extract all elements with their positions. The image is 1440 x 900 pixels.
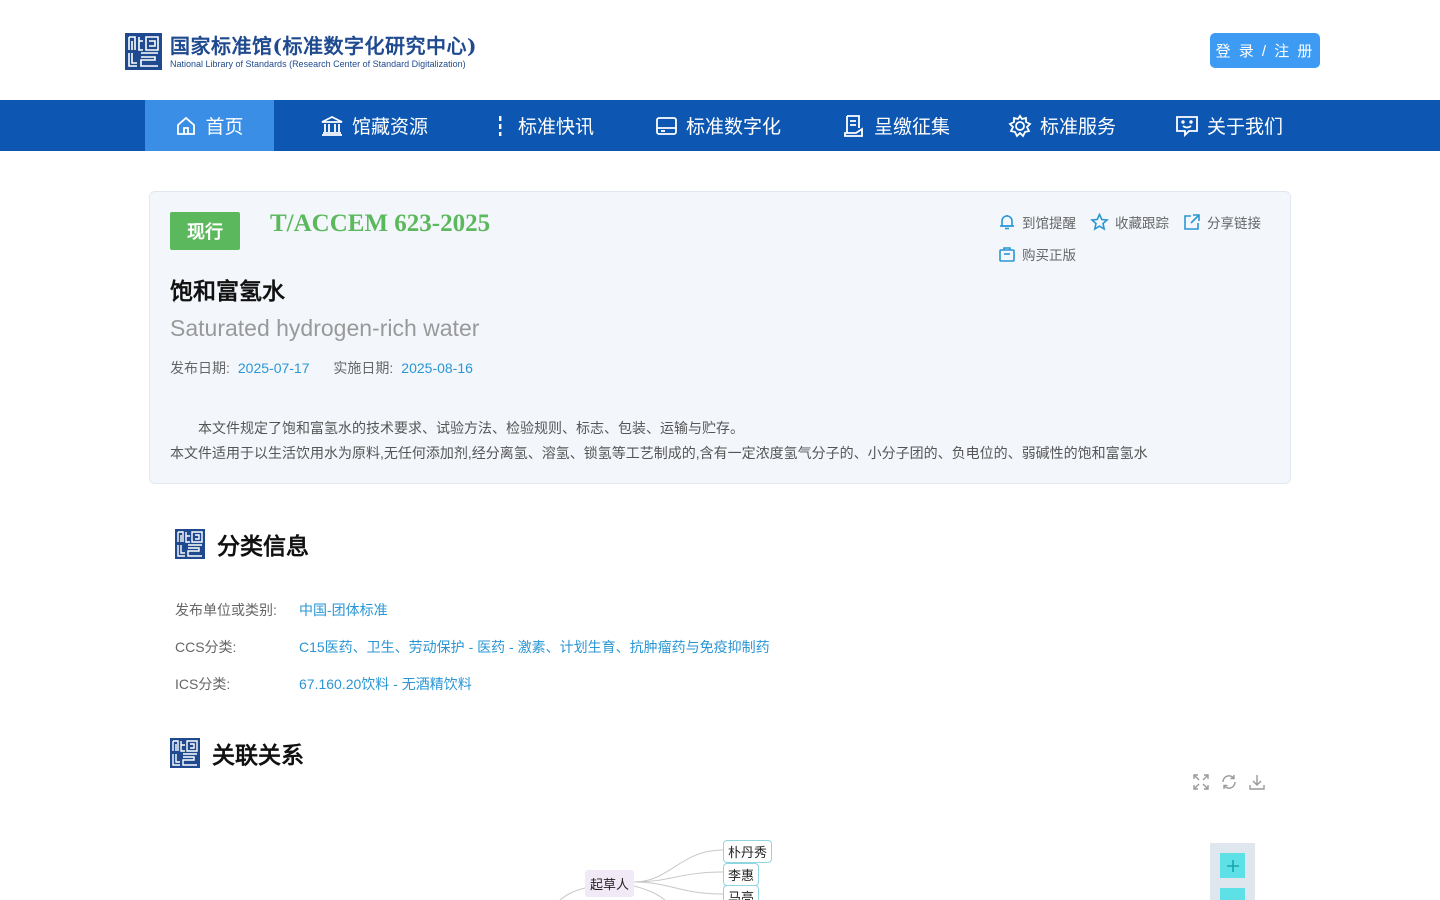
library-icon: [321, 115, 343, 136]
download-icon[interactable]: [1248, 773, 1266, 791]
implement-date-value: 2025-08-16: [401, 360, 473, 376]
ccs-key: CCS分类:: [175, 639, 237, 655]
site-logo[interactable]: 国家标准馆(标准数字化研究中心) National Library of Sta…: [125, 33, 477, 70]
nav-label-services: 标准服务: [1040, 117, 1117, 138]
remind-button[interactable]: 到馆提醒: [998, 212, 1076, 232]
relations-title: 关联关系: [212, 742, 304, 768]
nav-item-about[interactable]: 关于我们: [1175, 100, 1283, 151]
classification-row-ccs: CCS分类: C15医药、卫生、劳动保护 - 医药 - 激素、计划生育、抗肿瘤药…: [175, 637, 770, 657]
nav-item-news[interactable]: 标准快讯: [490, 100, 594, 151]
nav-item-collections[interactable]: 馆藏资源: [320, 100, 428, 151]
ccs-value[interactable]: C15医药、卫生、劳动保护 - 医药 - 激素、计划生育、抗肿瘤药与免疫抑制药: [299, 637, 770, 657]
logo-mark-icon: [125, 33, 162, 70]
standard-title-english: Saturated hydrogen-rich water: [170, 315, 480, 341]
logo-english-name: National Library of Standards (Research …: [170, 58, 466, 69]
nav-item-services[interactable]: 标准服务: [1008, 100, 1116, 151]
standard-description: 本文件规定了饱和富氢水的技术要求、试验方法、检验规则、标志、包装、运输与贮存。 …: [170, 416, 1270, 466]
graph-node-leaf[interactable]: 李惠: [723, 863, 760, 886]
about-icon: [1176, 115, 1198, 137]
nav-label-digitalization: 标准数字化: [686, 117, 782, 138]
plus-icon: [1226, 859, 1239, 872]
classification-row-ics: ICS分类: 67.160.20饮料 - 无酒精饮料: [175, 674, 472, 694]
zoom-out-button[interactable]: [1220, 888, 1245, 900]
relations-section-header: 关联关系: [170, 736, 304, 770]
classification-title: 分类信息: [217, 533, 309, 559]
section-logo-icon: [170, 738, 200, 768]
share-icon: [1184, 214, 1200, 230]
publish-date-label: 发布日期:: [170, 360, 230, 376]
standard-detail-card: 现行 T/ACCEM 623-2025 饱和富氢水 Saturated hydr…: [149, 191, 1291, 484]
zoom-controls: [1210, 843, 1255, 900]
fullscreen-icon[interactable]: [1192, 773, 1210, 791]
ics-key: ICS分类:: [175, 676, 231, 692]
nav-label-home: 首页: [205, 117, 244, 138]
buy-label: 购买正版: [1022, 248, 1076, 263]
description-line-1: 本文件规定了饱和富氢水的技术要求、试验方法、检验规则、标志、包装、运输与贮存。: [198, 420, 744, 436]
star-icon: [1090, 213, 1109, 231]
favorite-button[interactable]: 收藏跟踪: [1090, 212, 1169, 232]
logo-chinese-name: 国家标准馆(标准数字化研究中心): [170, 33, 477, 58]
bag-icon: [999, 247, 1015, 262]
nav-label-submission: 呈缴征集: [874, 117, 951, 138]
classification-row-publisher: 发布单位或类别: 中国-团体标准: [175, 600, 388, 620]
relation-graph[interactable]: 起草人 朴丹秀 李惠 马亮: [540, 830, 800, 900]
standard-dates: 发布日期: 2025-07-17 实施日期: 2025-08-16: [170, 358, 493, 378]
favorite-label: 收藏跟踪: [1115, 216, 1169, 231]
implement-date-label: 实施日期:: [333, 360, 394, 376]
nav-item-digitalization[interactable]: 标准数字化: [655, 100, 781, 151]
graph-node-root[interactable]: 起草人: [585, 870, 635, 897]
nav-label-news: 标准快讯: [518, 117, 595, 138]
refresh-icon[interactable]: [1220, 773, 1238, 791]
main-nav: 首页 馆藏资源 标准快讯 标准数字化 呈缴征集 标准服务 关于我们: [0, 100, 1440, 151]
buy-button[interactable]: 购买正版: [998, 244, 1076, 264]
publish-date-value: 2025-07-17: [237, 360, 310, 376]
nav-label-collections: 馆藏资源: [352, 117, 429, 138]
graph-toolbar: [1192, 773, 1276, 791]
remind-label: 到馆提醒: [1022, 216, 1076, 231]
site-header: 国家标准馆(标准数字化研究中心) National Library of Sta…: [0, 0, 1440, 100]
bell-icon: [1000, 215, 1014, 230]
login-register-button[interactable]: 登 录 / 注 册: [1210, 33, 1320, 68]
description-line-2: 本文件适用于以生活饮用水为原料,无任何添加剂,经分离氢、溶氢、锁氢等工艺制成的,…: [170, 445, 1148, 461]
service-icon: [1008, 113, 1032, 138]
nav-item-home[interactable]: 首页: [145, 100, 274, 151]
classification-section-header: 分类信息: [175, 527, 309, 561]
zoom-in-button[interactable]: [1220, 853, 1245, 878]
graph-node-leaf[interactable]: 朴丹秀: [723, 840, 773, 863]
publisher-key: 发布单位或类别:: [175, 602, 277, 618]
share-label: 分享链接: [1207, 216, 1261, 231]
home-icon: [177, 116, 196, 135]
share-button[interactable]: 分享链接: [1183, 212, 1261, 232]
nav-item-submission[interactable]: 呈缴征集: [842, 100, 950, 151]
nav-label-about: 关于我们: [1207, 117, 1284, 138]
standard-title-chinese: 饱和富氢水: [170, 278, 285, 304]
graph-node-leaf[interactable]: 马亮: [723, 885, 760, 900]
submit-icon: [844, 114, 863, 137]
news-icon: [499, 115, 502, 136]
standard-code: T/ACCEM 623-2025: [270, 210, 491, 237]
publisher-value[interactable]: 中国-团体标准: [299, 600, 388, 620]
ics-value[interactable]: 67.160.20饮料 - 无酒精饮料: [299, 674, 472, 694]
section-logo-icon: [175, 529, 205, 559]
status-badge: 现行: [170, 212, 240, 250]
digital-icon: [656, 116, 677, 135]
